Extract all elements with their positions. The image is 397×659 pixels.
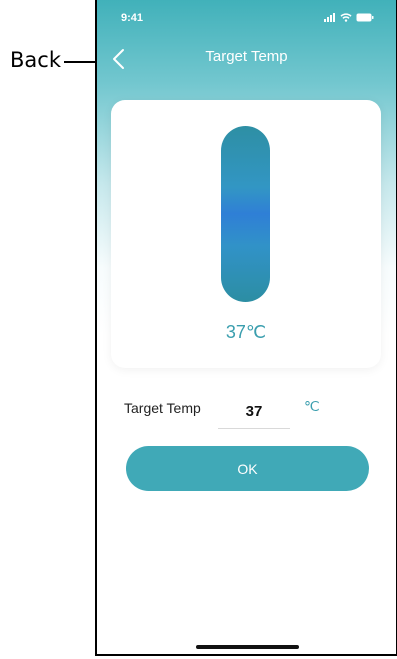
page-title: Target Temp xyxy=(205,48,288,65)
home-indicator xyxy=(196,645,299,649)
unit-label: ℃ xyxy=(304,398,320,414)
ok-button[interactable]: OK xyxy=(126,446,369,491)
back-annotation-line xyxy=(64,61,96,63)
temperature-display: 37℃ xyxy=(225,322,267,342)
battery-icon xyxy=(356,13,374,22)
status-icons xyxy=(324,13,374,22)
status-time: 9:41 xyxy=(121,12,144,24)
target-temp-label: Target Temp xyxy=(124,400,201,416)
back-annotation-label: Back xyxy=(10,48,61,72)
signal-icon xyxy=(324,13,335,22)
nav-bar: Target Temp xyxy=(97,38,396,78)
phone-screen: 9:41 Target Temp 37℃ Target Temp 37 ℃ OK xyxy=(95,0,397,656)
temperature-gauge xyxy=(221,126,270,302)
wifi-icon xyxy=(340,13,352,22)
temperature-card: 37℃ xyxy=(111,100,381,368)
status-bar: 9:41 xyxy=(97,0,396,34)
target-temp-input[interactable] xyxy=(218,394,290,429)
